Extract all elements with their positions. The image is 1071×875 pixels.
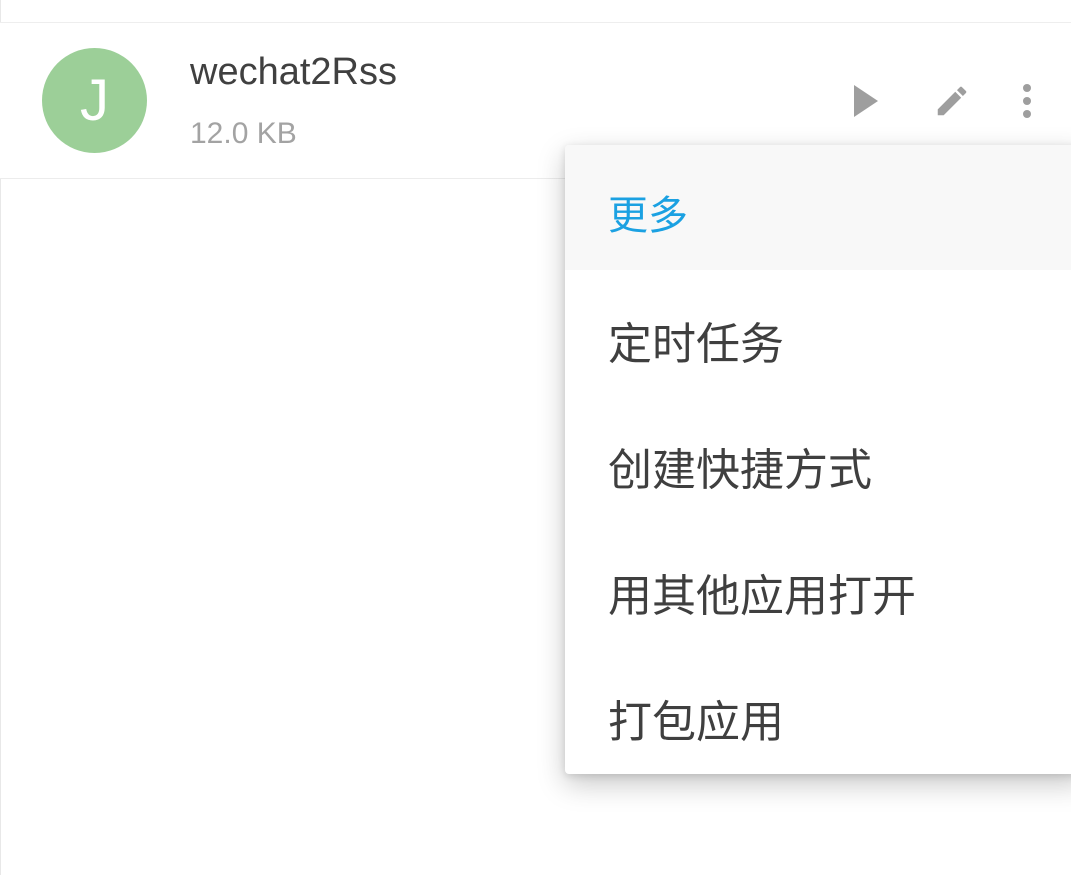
menu-item-package-app[interactable]: 打包应用: [565, 648, 1071, 774]
menu-title-label: 更多: [608, 193, 688, 239]
menu-item-scheduled-task[interactable]: 定时任务: [565, 270, 1071, 396]
menu-item-create-shortcut[interactable]: 创建快捷方式: [565, 396, 1071, 522]
menu-item-open-with[interactable]: 用其他应用打开: [565, 522, 1071, 648]
menu-item-label: 定时任务: [608, 319, 784, 370]
menu-item-label: 创建快捷方式: [608, 445, 872, 496]
more-vert-icon: [1023, 84, 1031, 118]
more-popup-menu: 更多 定时任务 创建快捷方式 用其他应用打开 打包应用: [565, 145, 1071, 774]
more-button[interactable]: [1005, 79, 1049, 123]
pencil-icon: [937, 86, 967, 116]
avatar: J: [42, 48, 147, 153]
script-list-screen: J wechat2Rss 12.0 KB 更多 定时任务 创建快捷方式 用其他应…: [0, 0, 1071, 875]
menu-item-label: 打包应用: [608, 697, 784, 748]
play-icon: [854, 85, 878, 117]
menu-title: 更多: [565, 145, 1071, 270]
script-size: 12.0 KB: [190, 117, 297, 150]
script-name: wechat2Rss: [190, 51, 397, 93]
edit-button[interactable]: [930, 79, 974, 123]
run-button[interactable]: [843, 79, 887, 123]
menu-item-label: 用其他应用打开: [608, 571, 916, 622]
